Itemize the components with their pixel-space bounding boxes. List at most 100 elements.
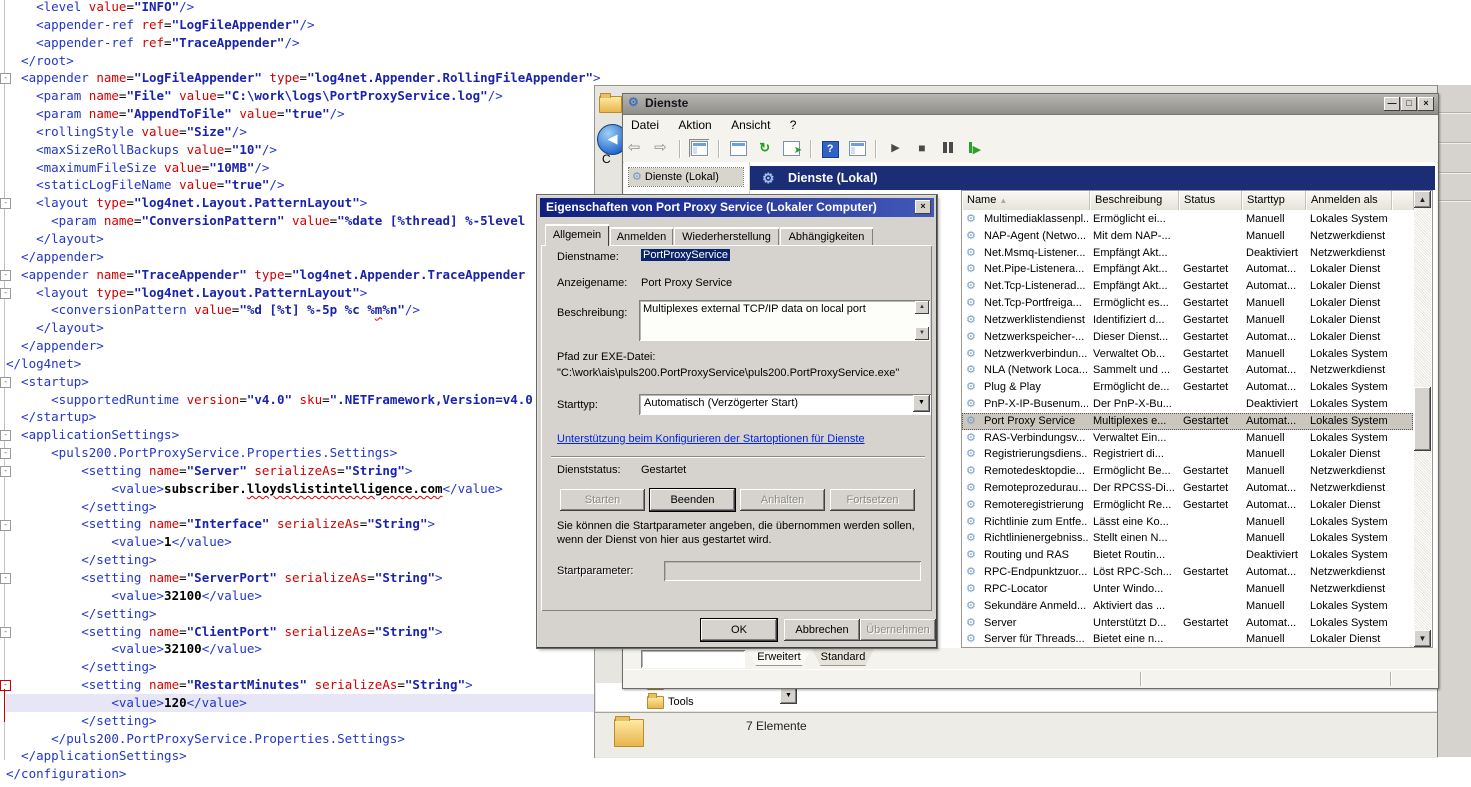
menu-ansicht[interactable]: Ansicht [723, 115, 778, 132]
column-header-anmelden-als[interactable]: Anmelden als [1306, 191, 1392, 210]
close-button[interactable]: × [1418, 97, 1434, 111]
table-row[interactable]: ⚙Routing und RASBietet Routin...Deaktivi… [962, 547, 1413, 564]
export-list-icon[interactable]: ➤ [781, 139, 801, 157]
console-tree-icon[interactable] [689, 139, 709, 157]
code-line[interactable]: </layout> [6, 319, 594, 337]
code-line[interactable]: <value>1</value> [6, 533, 594, 551]
restart-service-icon[interactable]: ▶ [965, 139, 985, 157]
table-row[interactable]: ⚙Remoteprozedurau...Der RPCSS-Di...Gesta… [962, 480, 1413, 497]
stop-service-icon[interactable]: ■ [912, 139, 932, 157]
back-icon[interactable]: ⇦ [624, 139, 644, 157]
table-row[interactable]: ⚙NAP-Agent (Netwo...Mit dem NAP-...Manue… [962, 228, 1413, 245]
code-line[interactable]: </applicationSettings> [6, 747, 594, 765]
maximize-button[interactable]: □ [1401, 97, 1417, 111]
table-row[interactable]: ⚙Richtlinienergebniss...Stellt einen N..… [962, 530, 1413, 547]
code-line[interactable]: </setting> [6, 551, 594, 569]
code-line[interactable]: <appender-ref ref="TraceAppender"/> [6, 34, 594, 52]
desc-scroll-up-icon[interactable]: ▲ [915, 301, 929, 314]
code-line[interactable]: <supportedRuntime version="v4.0" sku=".N… [6, 391, 594, 409]
table-row[interactable]: ⚙Netzwerkspeicher-...Dieser Dienst...Ges… [962, 329, 1413, 346]
table-row[interactable]: ⚙Net.Tcp-Listenerad...Empfängt Akt...Ges… [962, 278, 1413, 295]
tab-standard[interactable]: Standard [812, 649, 874, 666]
help-icon[interactable]: ? [820, 139, 840, 157]
code-line[interactable]: <startup> [6, 373, 594, 391]
code-line[interactable]: </puls200.PortProxyService.Properties.Se… [6, 730, 594, 748]
table-row[interactable]: ⚙RPC-Endpunktzuor...Löst RPC-Sch...Gesta… [962, 564, 1413, 581]
code-line[interactable]: <level value="INFO"/> [6, 0, 594, 16]
stop-button[interactable]: Beenden [650, 489, 735, 511]
table-row[interactable]: ⚙Netzwerkverbindun...Verwaltet Ob...Gest… [962, 346, 1413, 363]
menu-aktion[interactable]: Aktion [670, 115, 719, 132]
code-line[interactable]: <value>32100</value> [6, 640, 594, 658]
table-row[interactable]: ⚙Registrierungsdiens...Registriert di...… [962, 446, 1413, 463]
table-row[interactable]: ⚙RAS-Verbindungsv...Verwaltet Ein...Manu… [962, 430, 1413, 447]
ok-button[interactable]: OK [701, 619, 777, 641]
code-line[interactable]: <param name="File" value="C:\work\logs\P… [6, 87, 594, 105]
tab-wiederherstellung[interactable]: Wiederherstellung [674, 227, 779, 246]
code-line[interactable]: <layout type="log4net.Layout.PatternLayo… [6, 194, 594, 212]
code-line[interactable]: <setting name="Server" serializeAs="Stri… [6, 462, 594, 480]
code-line[interactable]: <conversionPattern value="%d [%t] %-5p %… [6, 301, 594, 319]
pause-service-icon[interactable] [938, 139, 958, 157]
code-line[interactable]: <applicationSettings> [6, 426, 594, 444]
code-line[interactable]: </layout> [6, 230, 594, 248]
tab-abhaengigkeiten[interactable]: Abhängigkeiten [780, 227, 873, 246]
tab-erweitert[interactable]: Erweitert [747, 649, 811, 666]
code-line[interactable]: </appender> [6, 337, 594, 355]
startup-options-link[interactable]: Unterstützung beim Konfigurieren der Sta… [557, 433, 865, 445]
table-row[interactable]: ⚙Net.Pipe-Listenera...Empfängt Akt...Ges… [962, 261, 1413, 278]
table-row[interactable]: ⚙Remotedesktopdie...Ermöglicht Be...Gest… [962, 463, 1413, 480]
code-lines[interactable]: <level value="INFO"/> <appender-ref ref=… [6, 0, 594, 783]
table-row[interactable]: ⚙RPC-LocatorUnter Windo...ManuellNetzwer… [962, 581, 1413, 598]
filter-box[interactable] [641, 650, 745, 668]
dropdown-button[interactable]: ▼ [780, 688, 797, 704]
dialog-close-icon[interactable]: × [915, 200, 931, 214]
table-row[interactable]: ⚙Plug & PlayErmöglicht de...GestartetAut… [962, 379, 1413, 396]
folder-item-tools[interactable]: Tools [668, 696, 694, 708]
code-line[interactable]: </setting> [6, 498, 594, 516]
folder-icon[interactable] [647, 696, 664, 709]
properties-icon[interactable] [728, 139, 748, 157]
titlebar[interactable]: ⚙ Dienste — □ × [623, 94, 1438, 115]
table-row[interactable]: ⚙RemoteregistrierungErmöglicht Re...Gest… [962, 497, 1413, 514]
description-box[interactable]: Multiplexes external TCP/IP data on loca… [639, 300, 930, 341]
refresh-icon[interactable]: ↻ [755, 139, 775, 157]
code-line[interactable]: <param name="AppendToFile" value="true"/… [6, 105, 594, 123]
code-line[interactable]: <rollingStyle value="Size"/> [6, 123, 594, 141]
code-line[interactable]: </log4net> [6, 355, 594, 373]
dialog-titlebar[interactable]: Eigenschaften von Port Proxy Service (Lo… [540, 198, 934, 217]
code-line[interactable]: <puls200.PortProxyService.Properties.Set… [6, 444, 594, 462]
code-line[interactable]: </setting> [6, 712, 594, 730]
code-line[interactable]: </appender> [6, 248, 594, 266]
desc-scroll-down-icon[interactable]: ▼ [915, 327, 929, 340]
table-row[interactable]: ⚙Net.Msmq-Listener...Empfängt Akt...Deak… [962, 245, 1413, 262]
code-line[interactable]: <param name="ConversionPattern" value="%… [6, 212, 594, 230]
table-row[interactable]: ⚙Server für Threads...Bietet eine n...Ma… [962, 631, 1413, 648]
code-line[interactable]: <value>32100</value> [6, 587, 594, 605]
scrollbar-thumb[interactable] [1414, 387, 1431, 451]
column-header-status[interactable]: Status [1179, 191, 1242, 210]
menu-help[interactable]: ? [782, 115, 805, 132]
cancel-button[interactable]: Abbrechen [784, 619, 860, 641]
code-line[interactable]: <maxSizeRollBackups value="10"/> [6, 141, 594, 159]
menu-datei[interactable]: Datei [623, 115, 667, 132]
tab-allgemein[interactable]: Allgemein [545, 224, 609, 246]
code-line[interactable]: <appender name="TraceAppender" type="log… [6, 266, 594, 284]
code-line[interactable]: </configuration> [6, 765, 594, 783]
scroll-up-button[interactable]: ▲ [1414, 191, 1431, 208]
start-service-icon[interactable]: ▶ [885, 139, 905, 157]
code-line[interactable]: <value>subscriber.lloydslistintelligence… [6, 480, 594, 498]
code-line[interactable]: <staticLogFileName value="true"/> [6, 176, 594, 194]
code-line[interactable]: <setting name="RestartMinutes" serialize… [6, 676, 594, 694]
code-line[interactable]: </root> [6, 52, 594, 70]
code-line[interactable]: </setting> [6, 658, 594, 676]
chevron-down-icon[interactable]: ▼ [913, 395, 930, 412]
code-line[interactable]: <maximumFileSize value="10MB"/> [6, 159, 594, 177]
code-line[interactable]: <setting name="Interface" serializeAs="S… [6, 515, 594, 533]
table-row[interactable]: ⚙NLA (Network Loca...Sammelt und ...Gest… [962, 362, 1413, 379]
code-line[interactable]: <appender-ref ref="LogFileAppender"/> [6, 16, 594, 34]
scroll-down-button[interactable]: ▼ [1414, 630, 1431, 647]
table-row[interactable]: ⚙Richtlinie zum Entfe...Lässt eine Ko...… [962, 514, 1413, 531]
table-row[interactable]: ⚙Sekundäre Anmeld...Aktiviert das ...Man… [962, 598, 1413, 615]
column-header-beschreibung[interactable]: Beschreibung [1090, 191, 1179, 210]
